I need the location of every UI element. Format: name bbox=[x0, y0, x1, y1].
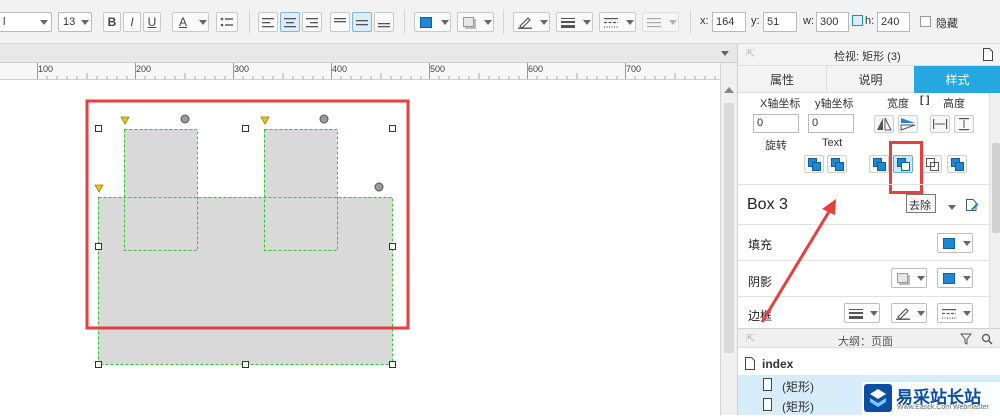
watermark: 易采站长站 Www.Easck.Com Webmaster bbox=[862, 382, 1000, 415]
watermark-logo-icon bbox=[870, 389, 886, 407]
watermark-sub: Www.Easck.Com Webmaster bbox=[897, 404, 989, 411]
annotation-arrow bbox=[760, 199, 836, 323]
watermark-logo bbox=[864, 384, 892, 412]
